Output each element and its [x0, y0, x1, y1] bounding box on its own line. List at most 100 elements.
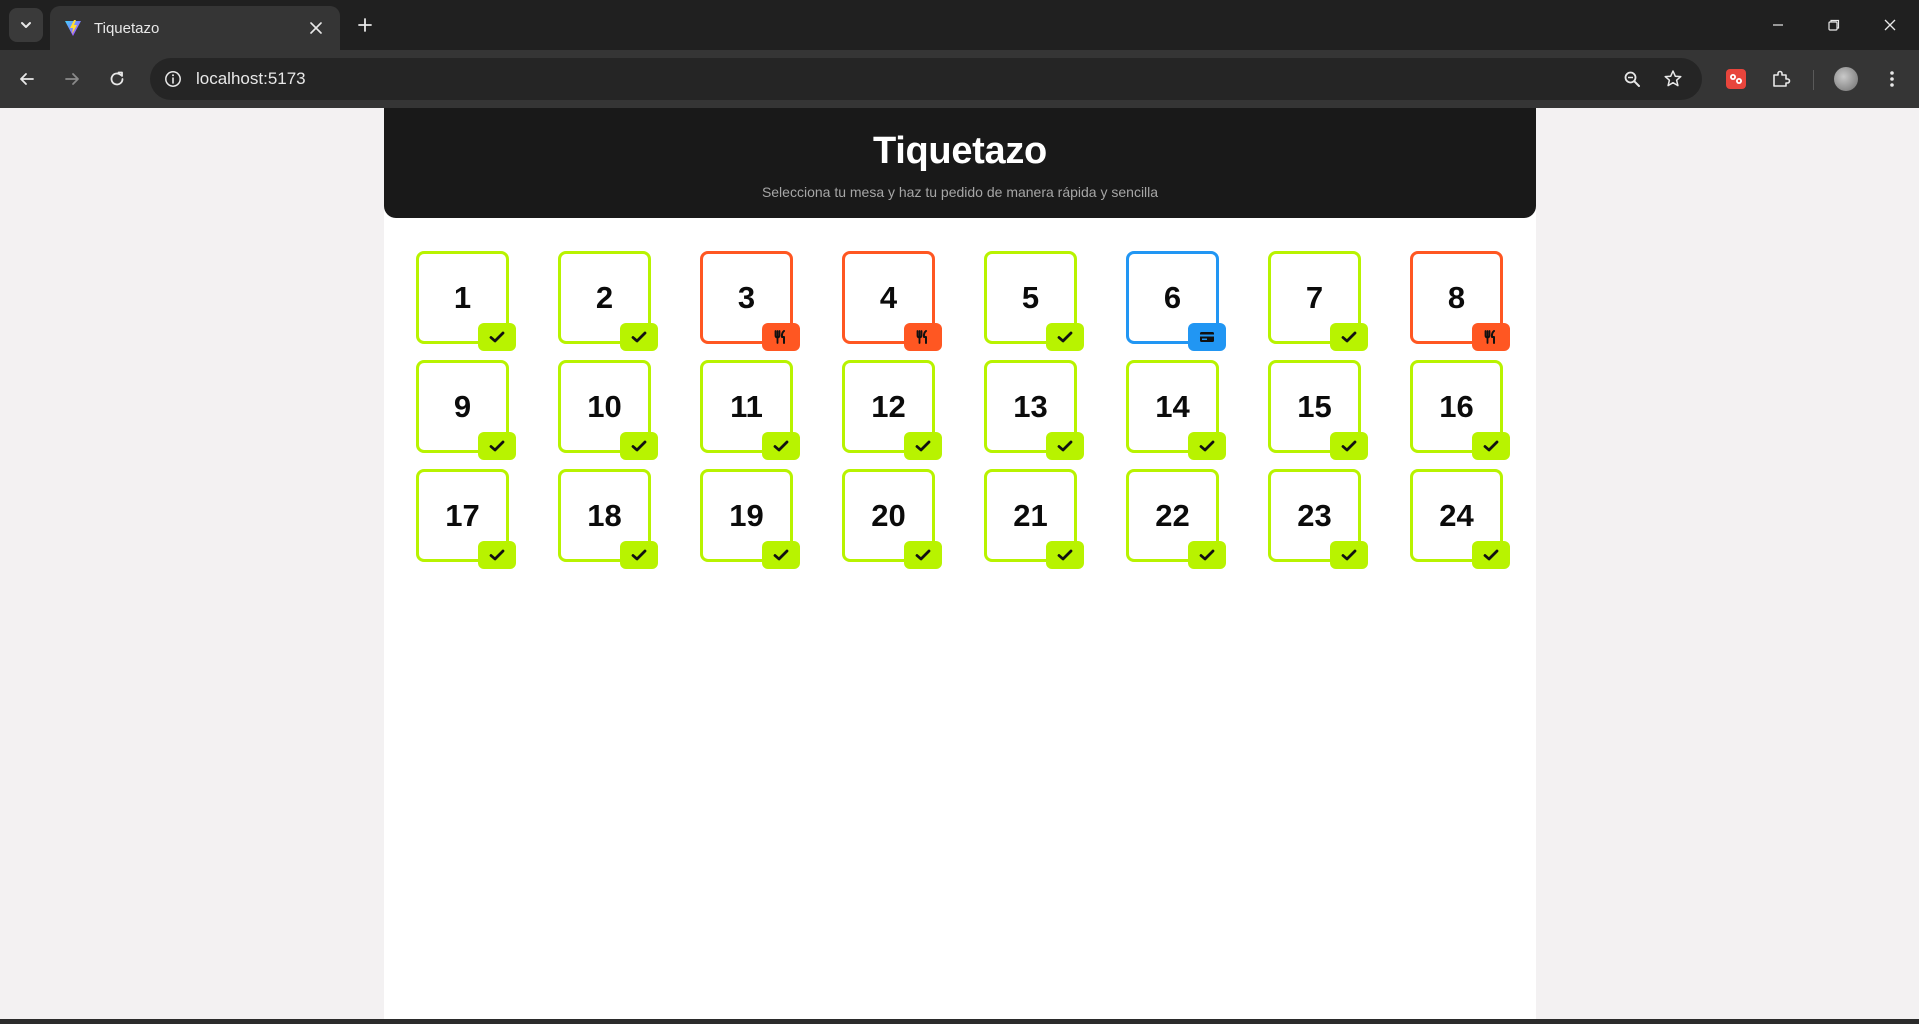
check-icon [773, 548, 789, 562]
check-icon [631, 439, 647, 453]
table-number: 13 [1013, 388, 1048, 424]
table-card-23[interactable]: 23 [1268, 469, 1368, 569]
table-card-7[interactable]: 7 [1268, 251, 1368, 351]
tab-close-icon[interactable] [304, 16, 328, 40]
app-container: Tiquetazo Selecciona tu mesa y haz tu pe… [384, 108, 1536, 1019]
reload-button[interactable] [99, 61, 135, 97]
table-number: 6 [1163, 279, 1182, 315]
browser-menu-button[interactable] [1875, 62, 1909, 96]
check-icon [631, 330, 647, 344]
check-icon [1341, 548, 1357, 562]
status-badge [1472, 323, 1510, 351]
table-card-11[interactable]: 11 [700, 360, 800, 460]
kebab-menu-icon [1890, 71, 1894, 87]
table-number: 1 [453, 279, 472, 315]
zoom-icon[interactable] [1617, 64, 1647, 94]
table-card-18[interactable]: 18 [558, 469, 658, 569]
site-info-icon[interactable] [158, 64, 188, 94]
table-card-5[interactable]: 5 [984, 251, 1084, 351]
table-card-6[interactable]: 6 [1126, 251, 1226, 351]
table-number: 24 [1439, 497, 1474, 533]
status-badge [1472, 432, 1510, 460]
table-number: 16 [1439, 388, 1474, 424]
utensils-icon [774, 330, 788, 344]
table-number: 18 [587, 497, 622, 533]
forward-button[interactable] [54, 61, 90, 97]
profile-button[interactable] [1829, 62, 1863, 96]
status-badge [1188, 541, 1226, 569]
table-number: 23 [1297, 497, 1332, 533]
status-badge [904, 541, 942, 569]
back-button[interactable] [9, 61, 45, 97]
check-icon [1057, 439, 1073, 453]
new-tab-button[interactable] [350, 10, 380, 40]
toolbar-divider [1813, 70, 1814, 90]
extensions-button[interactable] [1764, 62, 1798, 96]
arrow-right-icon [65, 73, 79, 85]
table-card-2[interactable]: 2 [558, 251, 658, 351]
browser-tab[interactable]: Tiquetazo [50, 6, 340, 50]
check-icon [1057, 330, 1073, 344]
tab-search-button[interactable] [9, 8, 43, 42]
table-card-24[interactable]: 24 [1410, 469, 1510, 569]
table-card-12[interactable]: 12 [842, 360, 942, 460]
table-number: 5 [1021, 279, 1040, 315]
avatar [1834, 67, 1858, 91]
check-icon [1341, 439, 1357, 453]
extension-button[interactable] [1719, 62, 1753, 96]
check-icon [1341, 330, 1357, 344]
check-icon [489, 330, 505, 344]
table-card-22[interactable]: 22 [1126, 469, 1226, 569]
browser-toolbar: localhost:5173 [0, 50, 1919, 108]
check-icon [631, 548, 647, 562]
check-icon [915, 439, 931, 453]
table-card-15[interactable]: 15 [1268, 360, 1368, 460]
status-badge [620, 432, 658, 460]
table-card-16[interactable]: 16 [1410, 360, 1510, 460]
status-badge [1046, 432, 1084, 460]
table-card-19[interactable]: 19 [700, 469, 800, 569]
status-badge [762, 541, 800, 569]
minimize-button[interactable] [1750, 0, 1806, 50]
status-badge [620, 323, 658, 351]
status-badge [904, 323, 942, 351]
table-number: 4 [879, 279, 898, 315]
table-card-9[interactable]: 9 [416, 360, 516, 460]
table-number: 17 [445, 497, 480, 533]
table-number: 19 [729, 497, 764, 533]
status-badge [762, 323, 800, 351]
table-card-13[interactable]: 13 [984, 360, 1084, 460]
table-card-10[interactable]: 10 [558, 360, 658, 460]
vite-logo-icon [65, 20, 81, 36]
table-number: 10 [587, 388, 622, 424]
table-card-3[interactable]: 3 [700, 251, 800, 351]
table-card-8[interactable]: 8 [1410, 251, 1510, 351]
table-card-20[interactable]: 20 [842, 469, 942, 569]
table-number: 9 [453, 388, 472, 424]
status-badge [478, 323, 516, 351]
bookmark-star-icon[interactable] [1658, 64, 1688, 94]
status-badge [1330, 323, 1368, 351]
table-card-17[interactable]: 17 [416, 469, 516, 569]
table-card-1[interactable]: 1 [416, 251, 516, 351]
restore-button[interactable] [1806, 0, 1862, 50]
table-number: 2 [595, 279, 614, 315]
table-number: 11 [730, 388, 763, 424]
status-badge [478, 432, 516, 460]
table-number: 12 [871, 388, 906, 424]
credit-card-icon [1199, 331, 1215, 343]
status-badge [1330, 432, 1368, 460]
puzzle-icon [1773, 70, 1791, 87]
utensils-icon [916, 330, 930, 344]
status-badge [620, 541, 658, 569]
table-card-14[interactable]: 14 [1126, 360, 1226, 460]
close-window-button[interactable] [1862, 0, 1918, 50]
address-bar[interactable]: localhost:5173 [150, 58, 1702, 100]
status-badge [1046, 541, 1084, 569]
table-card-21[interactable]: 21 [984, 469, 1084, 569]
table-card-4[interactable]: 4 [842, 251, 942, 351]
check-icon [489, 548, 505, 562]
url-text[interactable]: localhost:5173 [196, 69, 306, 89]
table-number: 14 [1155, 388, 1190, 424]
status-badge [1188, 323, 1226, 351]
